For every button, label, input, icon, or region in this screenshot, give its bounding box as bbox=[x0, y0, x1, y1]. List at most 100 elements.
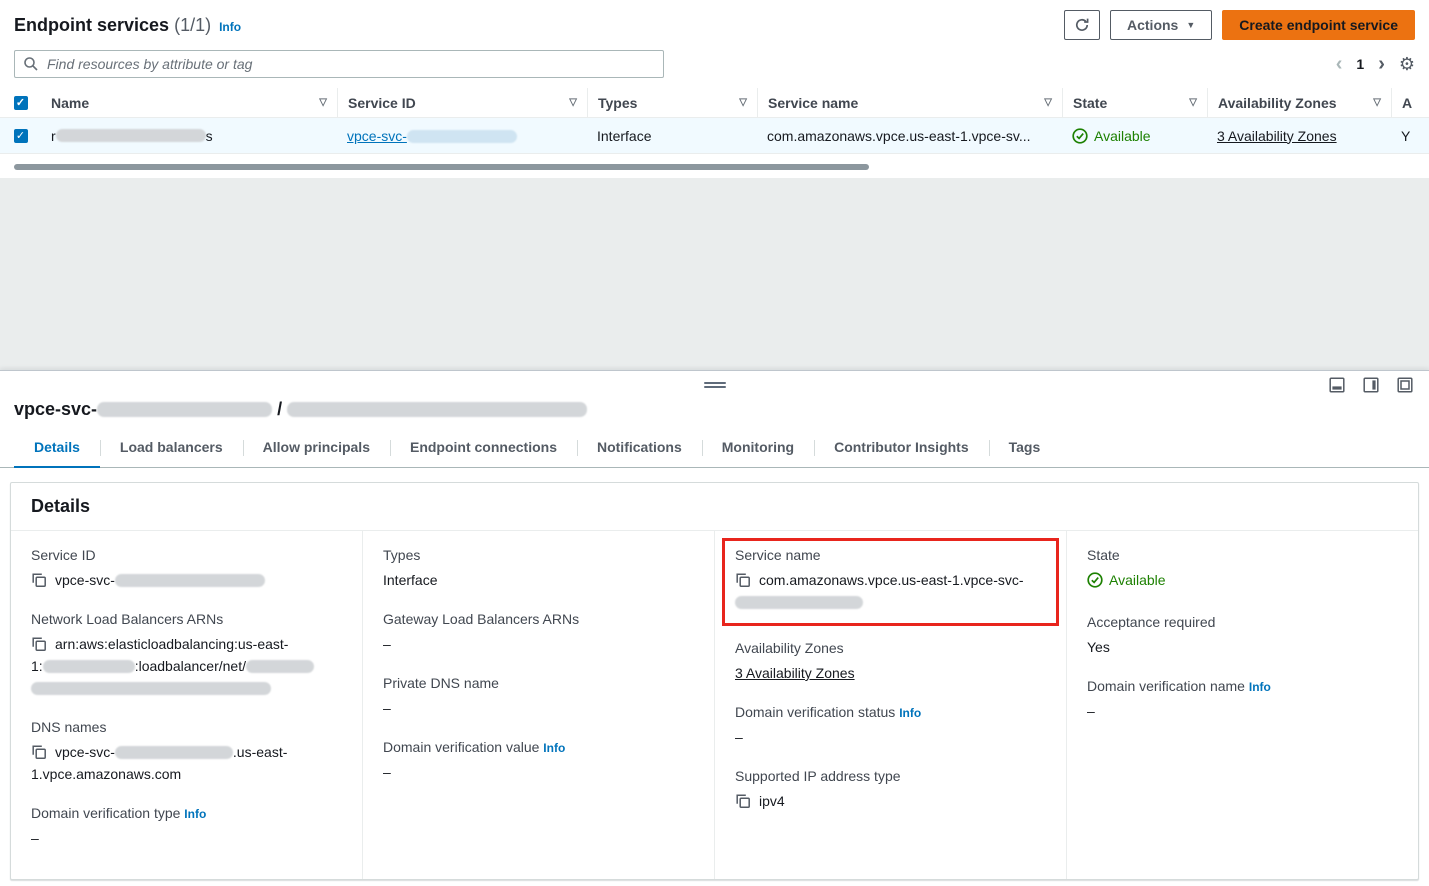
panel-title-separator: / bbox=[277, 399, 282, 419]
sort-icon[interactable]: ▽ bbox=[1373, 97, 1381, 108]
sort-icon[interactable]: ▽ bbox=[1189, 97, 1197, 108]
redacted-text bbox=[56, 129, 206, 142]
page-prev-icon[interactable]: ‹ bbox=[1336, 54, 1343, 74]
field-domain-verification-value: Domain verification value Info – bbox=[383, 739, 694, 783]
search-input[interactable] bbox=[14, 50, 664, 78]
tab-contributor-insights[interactable]: Contributor Insights bbox=[814, 430, 989, 467]
field-value: vpce-svc- bbox=[31, 569, 342, 591]
value-fragment: vpce-svc- bbox=[55, 744, 115, 760]
sort-icon[interactable]: ▽ bbox=[739, 97, 747, 108]
redacted-text bbox=[287, 402, 587, 417]
field-label: Service ID bbox=[31, 547, 342, 563]
table-section: Endpoint services (1/1) Info Actions ▼ C… bbox=[0, 0, 1429, 178]
details-column-4: State Available Acceptance required Yes bbox=[1066, 531, 1418, 879]
table-row[interactable]: ✓ rs vpce-svc- Interface com.amazonaws.v… bbox=[0, 118, 1429, 154]
column-header-types[interactable]: Types ▽ bbox=[587, 88, 757, 117]
row-checkbox[interactable]: ✓ bbox=[14, 129, 28, 143]
field-label: Domain verification type Info bbox=[31, 805, 342, 821]
copy-icon[interactable] bbox=[735, 572, 751, 588]
pagination: ‹ 1 › ⚙ bbox=[1336, 54, 1415, 75]
redacted-text bbox=[97, 402, 272, 417]
field-label: State bbox=[1087, 547, 1398, 563]
row-name-cell: rs bbox=[41, 118, 337, 153]
info-link[interactable]: Info bbox=[899, 706, 921, 720]
gear-icon[interactable]: ⚙ bbox=[1399, 54, 1415, 75]
tab-monitoring[interactable]: Monitoring bbox=[702, 430, 814, 467]
value-fragment: vpce-svc- bbox=[55, 572, 115, 588]
actions-label: Actions bbox=[1127, 17, 1178, 33]
column-header-availability-zones[interactable]: Availability Zones ▽ bbox=[1207, 88, 1391, 117]
field-value: com.amazonaws.vpce.us-east-1.vpce-svc- bbox=[735, 569, 1046, 613]
column-header-acceptance[interactable]: A bbox=[1391, 88, 1429, 117]
refresh-button[interactable] bbox=[1064, 10, 1100, 40]
redacted-text bbox=[735, 596, 863, 609]
service-id-link[interactable]: vpce-svc- bbox=[347, 128, 517, 144]
field-service-id: Service ID vpce-svc- bbox=[31, 547, 342, 591]
panel-position-bottom-icon[interactable] bbox=[1329, 377, 1345, 393]
state-label: Available bbox=[1094, 128, 1151, 144]
sort-icon[interactable]: ▽ bbox=[1044, 97, 1052, 108]
tab-details[interactable]: Details bbox=[14, 430, 100, 468]
field-acceptance-required: Acceptance required Yes bbox=[1087, 614, 1398, 658]
panel-fullscreen-icon[interactable] bbox=[1397, 377, 1413, 393]
column-header-state[interactable]: State ▽ bbox=[1062, 88, 1207, 117]
field-label: Private DNS name bbox=[383, 675, 694, 691]
field-value: – bbox=[31, 827, 342, 849]
status-badge: Available bbox=[1087, 569, 1166, 591]
details-card-heading: Details bbox=[11, 483, 1418, 531]
field-label: Domain verification value Info bbox=[383, 739, 694, 755]
page-next-icon[interactable]: › bbox=[1378, 54, 1385, 74]
value-fragment: 1: bbox=[31, 658, 43, 674]
column-header-service-name[interactable]: Service name ▽ bbox=[757, 88, 1062, 117]
endpoint-services-page: Endpoint services (1/1) Info Actions ▼ C… bbox=[0, 0, 1429, 886]
field-nlb-arns: Network Load Balancers ARNs arn:aws:elas… bbox=[31, 611, 342, 699]
field-supported-ip-address-type: Supported IP address type ipv4 bbox=[735, 768, 1046, 812]
availability-zones-link[interactable]: 3 Availability Zones bbox=[735, 665, 855, 681]
horizontal-scrollbar bbox=[14, 164, 1415, 170]
availability-zones-link[interactable]: 3 Availability Zones bbox=[1217, 128, 1337, 144]
column-header-service-id[interactable]: Service ID ▽ bbox=[337, 88, 587, 117]
info-link[interactable]: Info bbox=[543, 741, 565, 755]
drag-handle[interactable] bbox=[704, 380, 726, 390]
copy-icon[interactable] bbox=[735, 793, 751, 809]
copy-icon[interactable] bbox=[31, 572, 47, 588]
field-types: Types Interface bbox=[383, 547, 694, 591]
info-link[interactable]: Info bbox=[1249, 680, 1271, 694]
tab-endpoint-connections[interactable]: Endpoint connections bbox=[390, 430, 577, 467]
page-number[interactable]: 1 bbox=[1356, 56, 1364, 72]
copy-icon[interactable] bbox=[31, 636, 47, 652]
select-all-checkbox[interactable]: ✓ bbox=[14, 96, 28, 110]
sort-icon[interactable]: ▽ bbox=[319, 97, 327, 108]
actions-button[interactable]: Actions ▼ bbox=[1110, 10, 1212, 40]
value-fragment: arn:aws:elasticloadbalancing:us-east- bbox=[55, 636, 288, 652]
label-text: Domain verification name bbox=[1087, 678, 1245, 694]
info-link[interactable]: Info bbox=[184, 807, 206, 821]
copy-icon[interactable] bbox=[31, 744, 47, 760]
create-endpoint-service-button[interactable]: Create endpoint service bbox=[1222, 10, 1415, 40]
field-value: – bbox=[383, 633, 694, 655]
panel-title: vpce-svc- / bbox=[0, 399, 1429, 430]
column-label: Name bbox=[51, 95, 89, 111]
label-text: Domain verification value bbox=[383, 739, 539, 755]
field-value: arn:aws:elasticloadbalancing:us-east- 1:… bbox=[31, 633, 342, 699]
name-fragment: s bbox=[206, 128, 213, 144]
tab-load-balancers[interactable]: Load balancers bbox=[100, 430, 243, 467]
tab-notifications[interactable]: Notifications bbox=[577, 430, 702, 467]
sort-icon[interactable]: ▽ bbox=[569, 97, 577, 108]
service-id-prefix: vpce-svc- bbox=[347, 128, 407, 144]
info-link[interactable]: Info bbox=[219, 20, 241, 34]
table-header-row: ✓ Name ▽ Service ID ▽ Types ▽ Service na… bbox=[0, 88, 1429, 118]
redacted-text bbox=[407, 130, 517, 143]
field-label: Service name bbox=[735, 547, 1046, 563]
panel-position-side-icon[interactable] bbox=[1363, 377, 1379, 393]
column-header-name[interactable]: Name ▽ bbox=[41, 88, 337, 117]
label-text: Domain verification type bbox=[31, 805, 180, 821]
split-panel-header bbox=[0, 371, 1429, 399]
scrollbar-thumb[interactable] bbox=[14, 164, 869, 170]
field-label: Domain verification name Info bbox=[1087, 678, 1398, 694]
redacted-text bbox=[246, 660, 314, 673]
redacted-text bbox=[115, 746, 233, 759]
tab-allow-principals[interactable]: Allow principals bbox=[243, 430, 390, 467]
field-label: DNS names bbox=[31, 719, 342, 735]
tab-tags[interactable]: Tags bbox=[989, 430, 1061, 467]
